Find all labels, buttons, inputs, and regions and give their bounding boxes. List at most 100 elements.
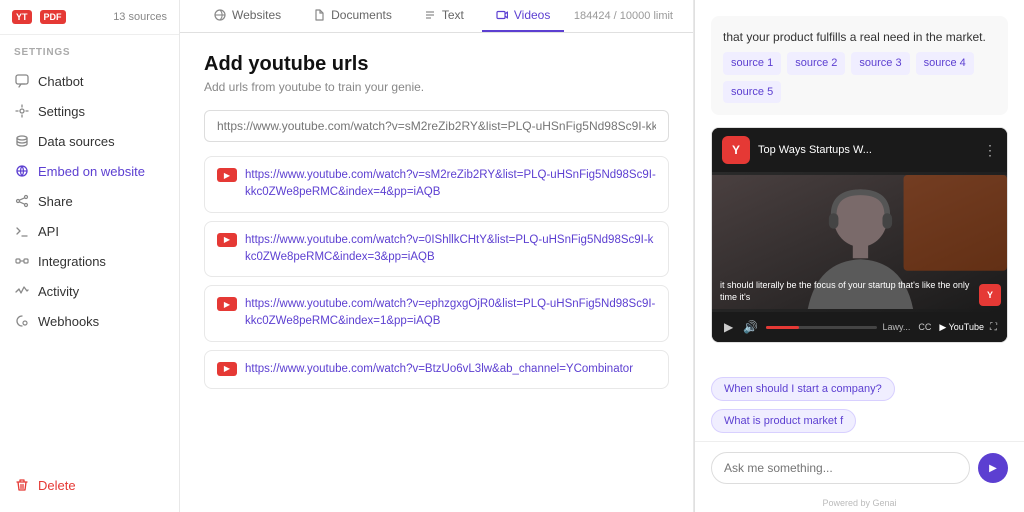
video-controls: ▶ 🔊 Lawy... CC ▶ YouTube ⛶ bbox=[712, 312, 1007, 342]
chatbot-label: Chatbot bbox=[38, 74, 84, 89]
data-sources-icon bbox=[14, 133, 30, 149]
settings-section-label: SETTINGS bbox=[0, 35, 179, 62]
sidebar-bottom: Delete bbox=[0, 470, 179, 508]
sidebar-header: YT PDF 13 sources bbox=[0, 0, 179, 35]
source-pill-4[interactable]: source 4 bbox=[916, 52, 974, 75]
webhooks-icon bbox=[14, 313, 30, 329]
video-thumbnail[interactable]: it should literally be the focus of your… bbox=[712, 172, 1007, 312]
volume-button[interactable]: 🔊 bbox=[741, 318, 760, 336]
url-link-1[interactable]: https://www.youtube.com/watch?v=sM2reZib… bbox=[245, 167, 656, 202]
chat-input-row bbox=[695, 441, 1024, 494]
data-sources-label: Data sources bbox=[38, 134, 115, 149]
page-subtitle: Add urls from youtube to train your geni… bbox=[204, 80, 669, 94]
share-label: Share bbox=[38, 194, 73, 209]
video-more-icon[interactable]: ⋮ bbox=[983, 142, 997, 159]
embed-label: Embed on website bbox=[38, 164, 145, 179]
tab-websites[interactable]: Websites bbox=[200, 0, 295, 32]
share-icon bbox=[14, 193, 30, 209]
send-button[interactable] bbox=[978, 453, 1008, 483]
page-body: Add youtube urls Add urls from youtube t… bbox=[180, 33, 693, 512]
source-pill-1[interactable]: source 1 bbox=[723, 52, 781, 75]
channel-name: Lawy... bbox=[883, 322, 911, 332]
progress-bar[interactable] bbox=[766, 326, 876, 329]
suggestion-chip-2[interactable]: What is product market f bbox=[711, 409, 856, 433]
suggestion-chip-1[interactable]: When should I start a company? bbox=[711, 377, 895, 401]
url-list: https://www.youtube.com/watch?v=sM2reZib… bbox=[204, 156, 669, 389]
sidebar-item-integrations[interactable]: Integrations bbox=[0, 246, 179, 276]
tab-documents[interactable]: Documents bbox=[299, 0, 406, 32]
embed-icon bbox=[14, 163, 30, 179]
chat-input[interactable] bbox=[711, 452, 970, 484]
source-pills: source 1 source 2 source 3 source 4 sour… bbox=[723, 52, 996, 103]
pdf-logo-badge: PDF bbox=[40, 10, 66, 24]
play-button[interactable]: ▶ bbox=[722, 318, 735, 336]
video-watermark-badge: Y bbox=[979, 284, 1001, 306]
sidebar-item-share[interactable]: Share bbox=[0, 186, 179, 216]
tab-count: 184424 / 10000 limit bbox=[574, 10, 673, 22]
youtube-icon-2 bbox=[217, 233, 237, 247]
progress-fill bbox=[766, 326, 799, 329]
video-card: Y Top Ways Startups W... ⋮ bbox=[711, 127, 1008, 343]
activity-icon bbox=[14, 283, 30, 299]
list-item: https://www.youtube.com/watch?v=sM2reZib… bbox=[204, 156, 669, 213]
source-pill-2[interactable]: source 2 bbox=[787, 52, 845, 75]
tab-documents-label: Documents bbox=[331, 8, 392, 22]
integrations-icon bbox=[14, 253, 30, 269]
chat-message-text: that your product fulfills a real need i… bbox=[723, 30, 986, 44]
source-pill-5[interactable]: source 5 bbox=[723, 81, 781, 104]
settings-icon bbox=[14, 103, 30, 119]
delete-icon bbox=[14, 477, 30, 493]
integrations-label: Integrations bbox=[38, 254, 106, 269]
suggestion-chips: When should I start a company? What is p… bbox=[695, 369, 1024, 441]
api-label: API bbox=[38, 224, 59, 239]
list-item: https://www.youtube.com/watch?v=BtzUo6vL… bbox=[204, 350, 669, 389]
sidebar-item-api[interactable]: API bbox=[0, 216, 179, 246]
youtube-icon-1 bbox=[217, 168, 237, 182]
main-content: Websites Documents Text Videos 184424 / … bbox=[180, 0, 694, 512]
list-item: https://www.youtube.com/watch?v=ephzgxgO… bbox=[204, 285, 669, 342]
activity-label: Activity bbox=[38, 284, 79, 299]
url-input[interactable] bbox=[204, 110, 669, 142]
tab-websites-label: Websites bbox=[232, 8, 281, 22]
sidebar-item-activity[interactable]: Activity bbox=[0, 276, 179, 306]
tab-text-label: Text bbox=[442, 8, 464, 22]
sidebar-item-chatbot[interactable]: Chatbot bbox=[0, 66, 179, 96]
video-yt-badge: Y bbox=[722, 136, 750, 164]
right-panel: that your product fulfills a real need i… bbox=[694, 0, 1024, 512]
youtube-icon-4 bbox=[217, 362, 237, 376]
sidebar-nav: Chatbot Settings Data sources Embed on w… bbox=[0, 62, 179, 512]
tab-videos-label: Videos bbox=[514, 8, 550, 22]
sources-count: 13 sources bbox=[113, 11, 167, 23]
api-icon bbox=[14, 223, 30, 239]
chat-area: that your product fulfills a real need i… bbox=[695, 0, 1024, 369]
page-title: Add youtube urls bbox=[204, 53, 669, 76]
url-link-3[interactable]: https://www.youtube.com/watch?v=ephzgxgO… bbox=[245, 296, 656, 331]
sidebar-logo: YT PDF bbox=[12, 10, 66, 24]
url-link-2[interactable]: https://www.youtube.com/watch?v=0IShllkC… bbox=[245, 232, 656, 267]
delete-label: Delete bbox=[38, 478, 76, 493]
url-input-row bbox=[204, 110, 669, 142]
sidebar: YT PDF 13 sources SETTINGS Chatbot Setti… bbox=[0, 0, 180, 512]
sidebar-item-delete[interactable]: Delete bbox=[0, 470, 179, 500]
fullscreen-button[interactable]: ⛶ bbox=[990, 322, 997, 333]
sidebar-item-embed[interactable]: Embed on website bbox=[0, 156, 179, 186]
chat-message: that your product fulfills a real need i… bbox=[711, 16, 1008, 115]
chatbot-icon bbox=[14, 73, 30, 89]
tabs-bar: Websites Documents Text Videos 184424 / … bbox=[180, 0, 693, 33]
video-overlay-text: it should literally be the focus of your… bbox=[720, 279, 971, 304]
powered-by: Powered by Genai bbox=[695, 494, 1024, 512]
url-link-4[interactable]: https://www.youtube.com/watch?v=BtzUo6vL… bbox=[245, 361, 633, 378]
list-item: https://www.youtube.com/watch?v=0IShllkC… bbox=[204, 221, 669, 278]
captions-button[interactable]: CC bbox=[916, 320, 933, 334]
sidebar-item-data-sources[interactable]: Data sources bbox=[0, 126, 179, 156]
youtube-icon-3 bbox=[217, 297, 237, 311]
sidebar-item-webhooks[interactable]: Webhooks bbox=[0, 306, 179, 336]
youtube-logo-text: ▶ YouTube bbox=[939, 322, 984, 333]
source-pill-3[interactable]: source 3 bbox=[851, 52, 909, 75]
tab-text[interactable]: Text bbox=[410, 0, 478, 32]
video-header: Y Top Ways Startups W... ⋮ bbox=[712, 128, 1007, 172]
sidebar-item-settings[interactable]: Settings bbox=[0, 96, 179, 126]
video-title: Top Ways Startups W... bbox=[758, 144, 872, 156]
youtube-logo-badge: YT bbox=[12, 10, 32, 24]
tab-videos[interactable]: Videos bbox=[482, 0, 564, 32]
